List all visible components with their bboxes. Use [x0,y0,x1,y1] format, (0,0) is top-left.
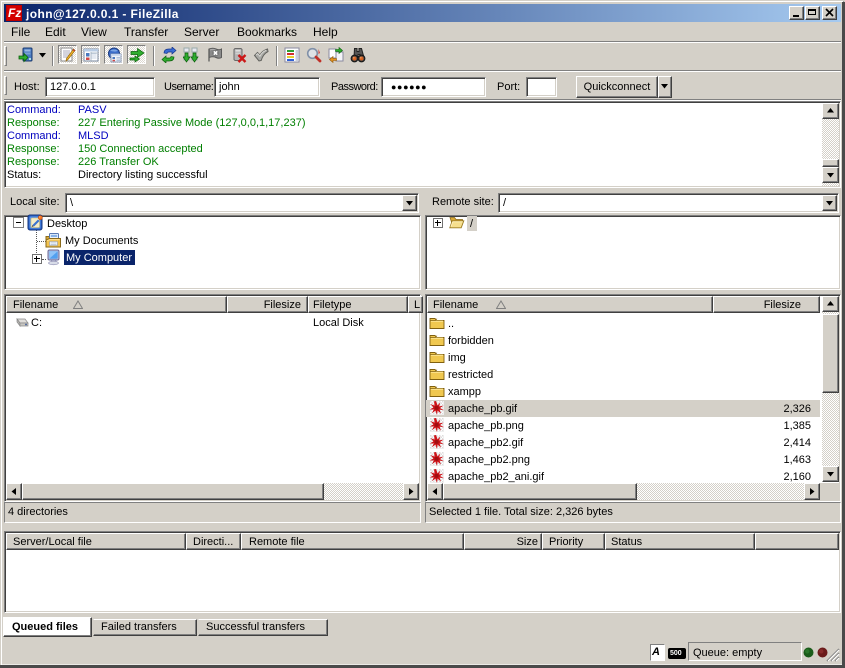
svg-text:Fz: Fz [8,6,21,20]
